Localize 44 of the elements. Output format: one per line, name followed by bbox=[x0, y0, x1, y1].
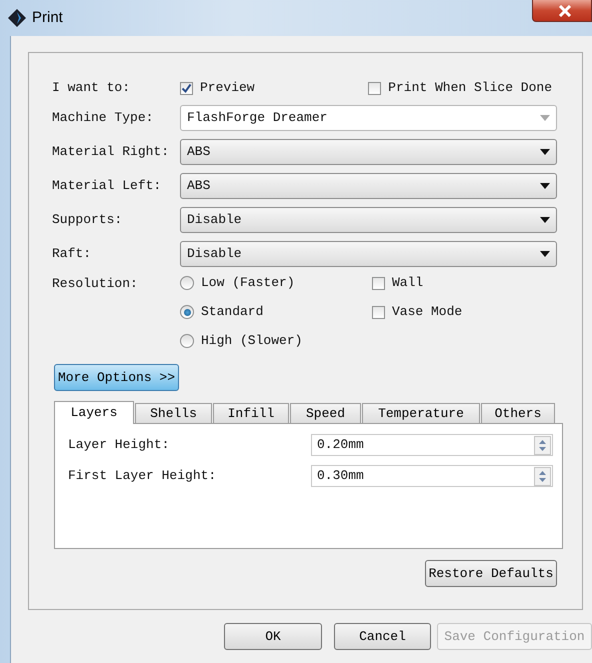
field-label: Resolution: bbox=[52, 275, 139, 293]
number-field[interactable]: 0.30mm bbox=[311, 465, 553, 487]
dropdown[interactable]: Disable bbox=[180, 207, 557, 233]
radio-button[interactable]: Standard bbox=[180, 301, 372, 323]
checkbox[interactable]: Vase Mode bbox=[372, 301, 462, 323]
app-logo-icon bbox=[8, 9, 26, 27]
tab[interactable]: Shells bbox=[135, 403, 212, 423]
close-icon bbox=[558, 4, 572, 16]
dropdown-arrow-icon bbox=[540, 149, 550, 155]
tab[interactable]: Speed bbox=[290, 403, 361, 423]
window-title: Print bbox=[32, 8, 63, 28]
field-label: Machine Type: bbox=[52, 109, 154, 128]
dialog-button[interactable]: OK bbox=[224, 623, 322, 650]
restore-defaults-button[interactable]: Restore Defaults bbox=[425, 560, 557, 587]
dialog-button[interactable]: Cancel bbox=[334, 623, 431, 650]
dropdown-arrow-icon bbox=[540, 217, 550, 223]
setting-label: Layer Height: bbox=[68, 436, 170, 454]
close-button[interactable] bbox=[532, 0, 592, 22]
radio-button[interactable]: Low (Faster) bbox=[180, 272, 372, 294]
field-label: I want to: bbox=[52, 79, 132, 98]
dropdown[interactable]: ABS bbox=[180, 173, 557, 199]
dropdown[interactable]: Disable bbox=[180, 241, 557, 267]
dropdown-arrow-icon bbox=[540, 183, 550, 189]
field-label: Raft: bbox=[52, 245, 92, 264]
tab[interactable]: Layers bbox=[54, 401, 134, 424]
field-label: Material Left: bbox=[52, 177, 162, 196]
dropdown-arrow-icon bbox=[540, 251, 550, 257]
tab[interactable]: Temperature bbox=[362, 403, 480, 423]
tab[interactable]: Others bbox=[481, 403, 555, 423]
radio-button[interactable]: High (Slower) bbox=[180, 330, 372, 352]
field-label: Material Right: bbox=[52, 143, 170, 162]
spin-arrows-icon bbox=[534, 436, 551, 454]
dropdown[interactable]: ABS bbox=[180, 139, 557, 165]
dropdown-arrow-icon bbox=[540, 115, 550, 121]
more-options-button[interactable]: More Options >> bbox=[54, 364, 180, 391]
checkbox[interactable]: Preview bbox=[180, 78, 255, 98]
field-label: Supports: bbox=[52, 211, 124, 230]
spin-arrows-icon bbox=[534, 466, 551, 486]
checkbox[interactable]: Print When Slice Done bbox=[368, 78, 552, 98]
checkbox[interactable]: Wall bbox=[372, 272, 462, 294]
setting-label: First Layer Height: bbox=[68, 467, 216, 486]
number-field[interactable]: 0.20mm bbox=[311, 434, 553, 456]
tab[interactable]: Infill bbox=[213, 403, 289, 423]
check-icon bbox=[181, 82, 192, 94]
